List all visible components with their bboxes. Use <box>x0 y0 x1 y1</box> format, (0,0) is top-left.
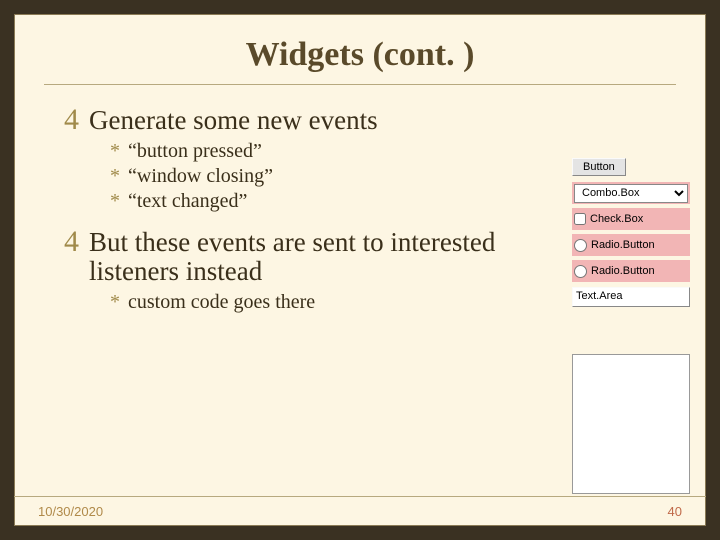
slide: Widgets (cont. ) 4 Generate some new eve… <box>14 14 706 526</box>
widget-row-button: Button <box>572 156 690 178</box>
bullet1-text: But these events are sent to interested … <box>89 228 509 287</box>
sample-combobox[interactable]: Combo.Box <box>574 184 688 203</box>
footer-page-number: 40 <box>668 504 682 519</box>
bullet2-marker-icon: * <box>110 291 120 314</box>
bullet1-marker-icon: 4 <box>64 105 79 135</box>
sample-radio-2[interactable] <box>574 265 587 278</box>
footer-date: 10/30/2020 <box>38 504 103 519</box>
slide-title: Widgets (cont. ) <box>14 14 706 74</box>
bullet2-marker-icon: * <box>110 140 120 163</box>
radio-label: Radio.Button <box>591 265 655 277</box>
bullet2-marker-icon: * <box>110 165 120 188</box>
sample-button[interactable]: Button <box>572 158 626 176</box>
bullet-level1: 4 Generate some new events <box>64 105 706 136</box>
sample-checkbox[interactable] <box>574 213 586 225</box>
sample-listbox[interactable] <box>572 354 690 494</box>
bullet2-text: custom code goes there <box>128 291 315 314</box>
bullet1-marker-icon: 4 <box>64 227 79 257</box>
sample-textarea[interactable]: Text.Area <box>572 287 690 307</box>
widget-row-radio: Radio.Button <box>572 260 690 282</box>
slide-footer: 10/30/2020 40 <box>14 496 706 526</box>
bullet2-marker-icon: * <box>110 190 120 213</box>
bullet2-text: “window closing” <box>128 165 273 188</box>
widget-row-textarea: Text.Area <box>572 286 690 308</box>
widget-sample-panel: Button Combo.Box Check.Box Radio.Button … <box>572 156 690 308</box>
widget-row-radio: Radio.Button <box>572 234 690 256</box>
widget-row-combobox: Combo.Box <box>572 182 690 204</box>
sample-radio-1[interactable] <box>574 239 587 252</box>
radio-label: Radio.Button <box>591 239 655 251</box>
textarea-label: Text.Area <box>576 290 622 302</box>
bullet2-text: “button pressed” <box>128 140 262 163</box>
bullet1-text: Generate some new events <box>89 106 378 136</box>
widget-row-checkbox: Check.Box <box>572 208 690 230</box>
bullet2-text: “text changed” <box>128 190 247 213</box>
checkbox-label: Check.Box <box>590 213 643 225</box>
